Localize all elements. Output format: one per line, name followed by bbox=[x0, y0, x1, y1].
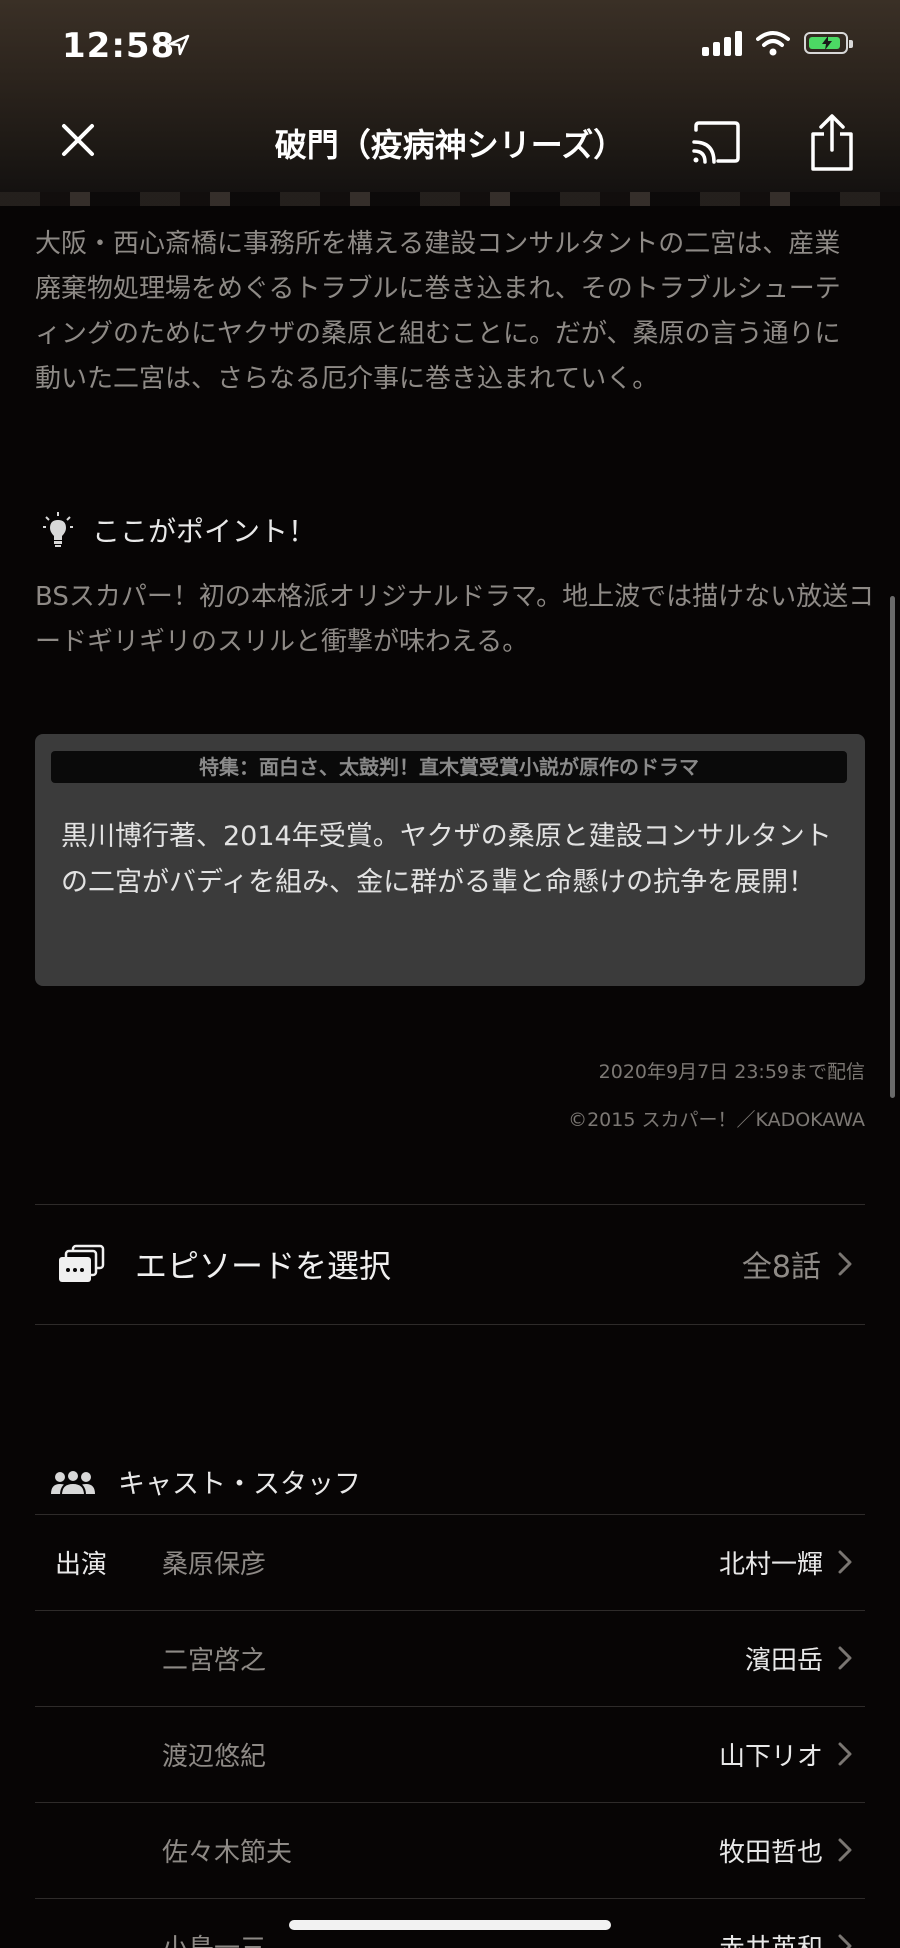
point-text: BSスカパー！初の本格派オリジナルドラマ。地上波では描けない放送コードギリギリの… bbox=[35, 582, 875, 657]
feature-tag: 特集：面白さ、太鼓判！直木賞受賞小説が原作のドラマ bbox=[51, 751, 847, 783]
chevron-right-icon bbox=[838, 1646, 852, 1670]
cast-actor: 濱田岳 bbox=[744, 1645, 823, 1676]
cast-actor: 山下リオ bbox=[718, 1741, 823, 1772]
synopsis-text: 大阪・西心斎橋に事務所を構える建設コンサルタントの二宮は、産業廃棄物処理場をめぐ… bbox=[35, 229, 841, 394]
cast-row[interactable]: 佐々木節夫 牧田哲也 bbox=[35, 1802, 865, 1898]
chevron-right-icon bbox=[838, 1742, 852, 1766]
episode-select-row[interactable]: エピソードを選択 全8話 bbox=[35, 1205, 865, 1323]
episode-count: 全8話 bbox=[741, 1250, 821, 1285]
battery-icon bbox=[804, 32, 853, 54]
cast-role: 佐々木節夫 bbox=[162, 1837, 293, 1868]
cast-heading-label: キャスト・スタッフ bbox=[118, 1469, 361, 1500]
cast-role: 渡辺悠紀 bbox=[162, 1741, 267, 1772]
cast-role: 桑原保彦 bbox=[162, 1549, 267, 1580]
episodes-stack-icon bbox=[59, 1244, 105, 1282]
chevron-right-icon bbox=[838, 1550, 852, 1574]
status-indicators bbox=[702, 30, 853, 56]
episode-select-label: エピソードを選択 bbox=[135, 1247, 392, 1285]
chevron-right-icon bbox=[838, 1838, 852, 1862]
wifi-icon bbox=[756, 31, 790, 56]
feature-card[interactable]: 特集：面白さ、太鼓判！直木賞受賞小説が原作のドラマ 黒川博行著、2014年受賞。… bbox=[35, 734, 865, 986]
charging-bolt-icon bbox=[822, 36, 832, 50]
cast-actor: 北村一輝 bbox=[718, 1549, 823, 1580]
cast-row[interactable]: 渡辺悠紀 山下リオ bbox=[35, 1706, 865, 1802]
cast-actor: 牧田哲也 bbox=[718, 1837, 823, 1868]
cast-role: 二宮啓之 bbox=[162, 1645, 267, 1676]
close-icon[interactable] bbox=[56, 118, 100, 162]
lightbulb-icon bbox=[43, 512, 73, 547]
share-icon[interactable] bbox=[808, 114, 856, 172]
people-icon bbox=[51, 1468, 95, 1496]
chevron-right-icon bbox=[838, 1934, 852, 1948]
cellular-signal-icon bbox=[702, 30, 742, 56]
chevron-right-icon bbox=[838, 1252, 852, 1276]
title-detail-screen: 12:58 破門（疫病神シリーズ） 大阪・西心斎橋に事務所を構える建設コンサルタ… bbox=[0, 0, 900, 1948]
home-indicator[interactable] bbox=[289, 1920, 611, 1930]
cast-type: 出演 bbox=[55, 1549, 108, 1580]
header-bar: 12:58 破門（疫病神シリーズ） bbox=[0, 0, 900, 206]
status-time: 12:58 bbox=[62, 26, 176, 66]
divider bbox=[35, 1324, 865, 1325]
cast-role: 小島一三 bbox=[162, 1928, 266, 1948]
scrollbar[interactable] bbox=[890, 596, 895, 1098]
location-arrow-icon bbox=[168, 34, 190, 56]
cast-row[interactable]: 出演 桑原保彦 北村一輝 bbox=[35, 1514, 865, 1610]
point-heading-label: ここがポイント！ bbox=[92, 515, 317, 548]
cast-heading: キャスト・スタッフ bbox=[50, 1462, 361, 1501]
point-heading: ここがポイント！ bbox=[42, 510, 316, 550]
copyright-text: ©2015 スカパー！／KADOKAWA bbox=[568, 1109, 865, 1131]
feature-body: 黒川博行著、2014年受賞。ヤクザの桑原と建設コンサルタントの二宮がバディを組み… bbox=[61, 821, 832, 898]
page-title: 破門（疫病神シリーズ） bbox=[274, 126, 626, 164]
availability-text: 2020年9月7日 23:59まで配信 bbox=[598, 1061, 865, 1083]
cast-icon[interactable] bbox=[690, 120, 742, 166]
cast-actor: 赤井英和 bbox=[719, 1928, 823, 1948]
cast-row[interactable]: 二宮啓之 濱田岳 bbox=[35, 1610, 865, 1706]
